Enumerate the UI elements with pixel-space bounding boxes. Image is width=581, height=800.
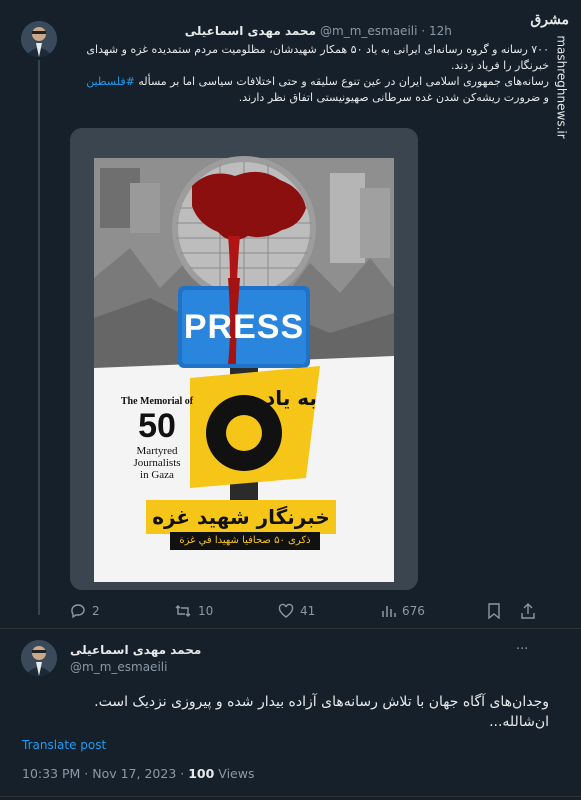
poster-en-line: in Gaza [140, 469, 174, 481]
views-chart-icon [382, 606, 396, 617]
poster-en-line: Martyred [136, 445, 178, 457]
tweet-text-line: خبرنگار را فریاد زدند. [450, 59, 549, 72]
mashregh-site-url: mashreghnews.ir [554, 35, 569, 139]
separator: · [421, 24, 426, 38]
retweet-button[interactable]: 10 [174, 603, 213, 619]
tweet-text-line: رسانه‌های جمهوری اسلامی ایران در عین تنو… [29, 74, 549, 90]
views-label: Views [218, 766, 255, 781]
views-button[interactable]: 676 [380, 603, 425, 619]
bookmark-button[interactable] [487, 603, 501, 619]
poster-ar-band: ذکری ۵۰ صحافیا شهیدا في غزة [179, 535, 311, 546]
tweet-text-line: ان‌شالله... [489, 714, 549, 730]
author-name[interactable]: محمد مهدی اسماعیلی [185, 24, 316, 38]
poster-en-number: 50 [138, 407, 176, 445]
tweet-text: ۷۰۰ رسانه و گروه رسانه‌ای ایرانی به یاد … [29, 42, 549, 106]
bookmark-icon [488, 603, 500, 619]
tweet-actions: 2 10 41 676 [70, 603, 535, 619]
like-button[interactable]: 41 [278, 603, 315, 619]
views-total: 100 [188, 766, 215, 781]
tweet-text: وجدان‌های آگاه جهان با تلاش رسانه‌های آز… [29, 692, 549, 732]
more-options-icon[interactable]: ··· [516, 642, 528, 657]
tweet-media-image[interactable]: PRESS The Memorial of 50 Martyred Journa… [70, 128, 418, 590]
views-count: 676 [402, 604, 425, 618]
reply-button[interactable]: 2 [70, 603, 100, 619]
tweet-meta: @m_m_esmaeili · 12h [320, 24, 452, 38]
mashregh-logo: مشرق [530, 12, 569, 28]
tweet-text-line: و ضرورت ریشه‌کن شدن غده سرطانی صهیونیستی… [238, 91, 549, 104]
share-icon [521, 603, 535, 619]
tweet-timestamp[interactable]: 10:33 PM · Nov 17, 2023 · [22, 766, 184, 781]
author-handle[interactable]: @m_m_esmaeili [320, 24, 417, 38]
poster-fa-bottom: خبرنگار شهید غزه [152, 505, 330, 529]
author-name[interactable]: محمد مهدی اسماعیلی [70, 643, 201, 657]
heart-icon [278, 603, 294, 618]
retweet-count: 10 [198, 604, 214, 618]
avatar[interactable] [21, 640, 57, 676]
poster-en-line: Journalists [133, 457, 181, 469]
tweet-text-line: وجدان‌های آگاه جهان با تلاش رسانه‌های آز… [94, 694, 549, 710]
retweet-icon [175, 605, 191, 617]
reply-count: 2 [92, 604, 100, 618]
divider [0, 628, 581, 629]
tweet-time[interactable]: 12h [429, 24, 452, 38]
thread-line [38, 60, 40, 615]
poster-mic-label: PRESS [183, 308, 305, 346]
author-handle[interactable]: @m_m_esmaeili [70, 660, 167, 674]
share-button[interactable] [521, 603, 535, 619]
tweet-header: محمد مهدی اسماعیلی [185, 24, 316, 38]
poster-en-line: The Memorial of [120, 396, 194, 407]
hashtag-link[interactable]: #فلسطین [86, 75, 135, 88]
like-count: 41 [300, 604, 316, 618]
tweet-text-line: ۷۰۰ رسانه و گروه رسانه‌ای ایرانی به یاد … [86, 43, 549, 56]
translate-post-link[interactable]: Translate post [22, 738, 106, 752]
poster-fa-top: به یاد [265, 386, 317, 410]
divider [0, 796, 581, 797]
reply-icon [71, 604, 85, 619]
tweet-timestamp-row: 10:33 PM · Nov 17, 2023 · 100 Views [22, 766, 254, 781]
poster-english-title: The Memorial of 50 Martyred Journalists … [112, 396, 202, 481]
tweet-text-segment: رسانه‌های جمهوری اسلامی ایران در عین تنو… [138, 75, 549, 88]
